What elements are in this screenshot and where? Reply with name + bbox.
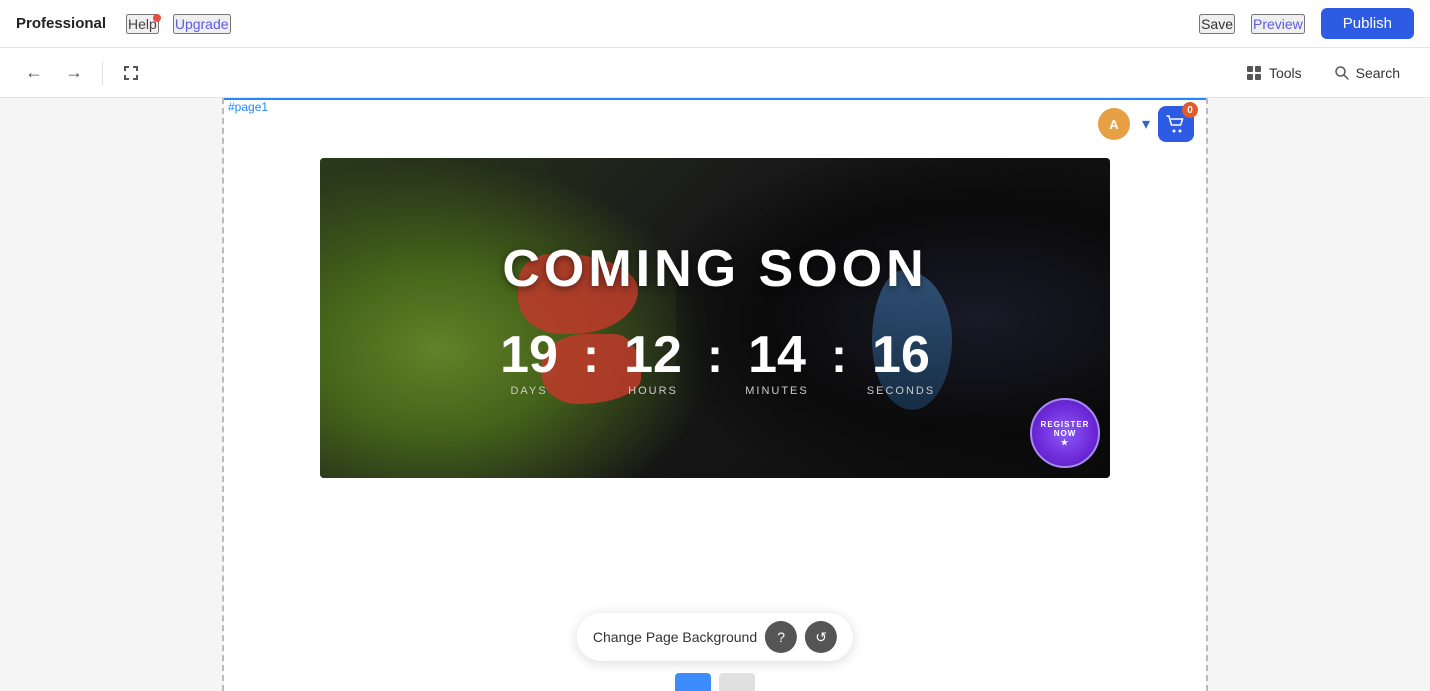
bottom-toolbar: Change Page Background ? ↺: [577, 613, 853, 661]
help-icon-button[interactable]: ?: [765, 621, 797, 653]
right-gutter: [1206, 98, 1430, 691]
bottom-row-hint: [675, 673, 755, 691]
page-canvas[interactable]: #page1 A ▾ 0: [224, 98, 1206, 691]
hint-btn-blue: [675, 673, 711, 691]
cart-badge: 0: [1182, 102, 1198, 118]
badge-text: REGISTERNOW★: [1041, 420, 1090, 447]
coming-soon-banner[interactable]: COMING SOON 19 DAYS : 12 HOURS : 14 MINU…: [320, 158, 1110, 478]
hours-label: HOURS: [628, 385, 678, 397]
fit-button[interactable]: [113, 55, 149, 91]
days-label: DAYS: [510, 385, 547, 397]
tools-label: Tools: [1269, 65, 1302, 81]
avatar-dropdown-icon[interactable]: ▾: [1142, 114, 1150, 134]
register-badge[interactable]: REGISTERNOW★: [1030, 398, 1100, 468]
undo-button[interactable]: ←: [16, 55, 52, 91]
cart-icon[interactable]: 0: [1158, 106, 1194, 142]
publish-button[interactable]: Publish: [1321, 8, 1414, 39]
countdown-days: 19 DAYS: [479, 329, 579, 397]
canvas-area: #page1 A ▾ 0: [0, 98, 1430, 691]
preview-button[interactable]: Preview: [1251, 14, 1305, 34]
help-button[interactable]: Help: [126, 14, 159, 34]
save-button[interactable]: Save: [1199, 14, 1235, 34]
section-selection-line: [224, 98, 1206, 100]
hint-btn-gray: [719, 673, 755, 691]
top-right-icons: A ▾ 0: [1086, 98, 1206, 150]
upgrade-button[interactable]: Upgrade: [173, 14, 231, 34]
countdown-seconds: 16 SECONDS: [851, 329, 951, 397]
refresh-icon-button[interactable]: ↺: [805, 621, 837, 653]
colon-1: :: [583, 329, 599, 398]
page-label: #page1: [228, 100, 268, 114]
colon-2: :: [707, 329, 723, 398]
toolbar-divider-1: [102, 61, 103, 85]
countdown-row: 19 DAYS : 12 HOURS : 14 MINUTES :: [479, 329, 951, 398]
topbar: Professional Help Upgrade Save Preview P…: [0, 0, 1430, 48]
left-gutter: [0, 98, 224, 691]
editor-toolbar: ← → Tools Search: [0, 48, 1430, 98]
help-notification-dot: [153, 14, 161, 22]
search-label: Search: [1356, 65, 1400, 81]
days-value: 19: [500, 329, 558, 381]
redo-button[interactable]: →: [56, 55, 92, 91]
minutes-label: MINUTES: [745, 385, 809, 397]
tools-button[interactable]: Tools: [1231, 58, 1316, 88]
colon-3: :: [831, 329, 847, 398]
brand-label: Professional: [16, 15, 106, 32]
seconds-label: SECONDS: [867, 385, 935, 397]
minutes-value: 14: [748, 329, 806, 381]
search-button[interactable]: Search: [1320, 59, 1414, 87]
coming-soon-title: COMING SOON: [502, 239, 927, 299]
countdown-hours: 12 HOURS: [603, 329, 703, 397]
countdown-minutes: 14 MINUTES: [727, 329, 827, 397]
avatar[interactable]: A: [1098, 108, 1130, 140]
seconds-value: 16: [872, 329, 930, 381]
change-background-button[interactable]: Change Page Background: [593, 629, 757, 645]
hours-value: 12: [624, 329, 682, 381]
banner-background: COMING SOON 19 DAYS : 12 HOURS : 14 MINU…: [320, 158, 1110, 478]
bg-shape-green: [320, 158, 715, 478]
